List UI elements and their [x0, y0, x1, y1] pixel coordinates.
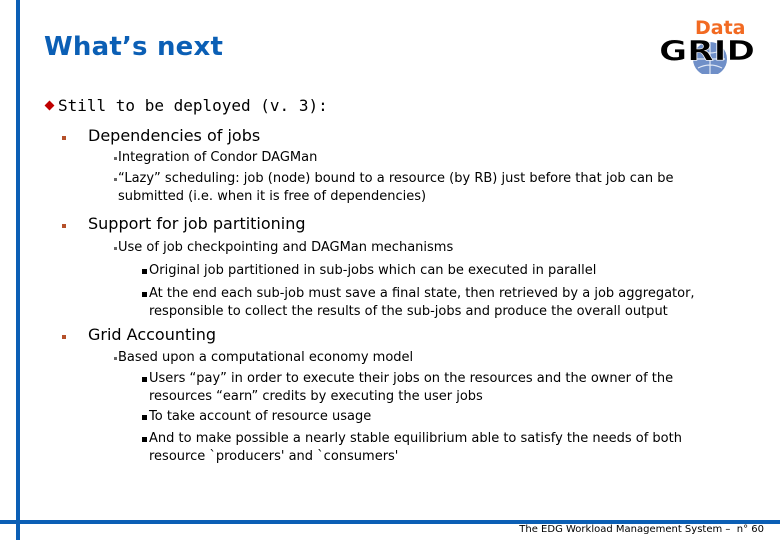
left-accent-rule [16, 0, 20, 540]
sub-list-item-text: At the end each sub-job must save a fina… [149, 286, 695, 301]
list-item: Based upon a computational economy model [112, 349, 413, 367]
sub-list-item-text: And to make possible a nearly stable equ… [149, 431, 682, 446]
slide-footer: The EDG Workload Management System – n° … [519, 524, 764, 535]
sub-list-item-text: Users “pay” in order to execute their jo… [149, 371, 674, 386]
square-bullet-icon [142, 292, 147, 297]
section-heading-text: Support for job partitioning [88, 214, 306, 233]
level1-text: Still to be deployed (v. 3): [58, 96, 328, 115]
list-item-text: “Lazy” scheduling: job (node) bound to a… [118, 171, 674, 186]
section-heading-text: Dependencies of jobs [88, 126, 261, 145]
diamond-bullet-icon [44, 100, 55, 111]
sub-list-item-text-continued: responsible to collect the results of th… [149, 304, 668, 319]
dot-bullet-icon [114, 247, 117, 250]
sub-list-item-text: Original job partitioned in sub-jobs whi… [149, 263, 597, 278]
section-heading-text: Grid Accounting [88, 325, 217, 344]
sub-list-item: And to make possible a nearly stable equ… [142, 430, 682, 466]
datagrid-logo: Data GRID [659, 17, 755, 74]
square-bullet-icon [62, 224, 66, 228]
square-bullet-icon [62, 136, 66, 140]
section-heading-dependencies: Dependencies of jobs [62, 126, 260, 145]
section-heading-partitioning: Support for job partitioning [62, 214, 306, 233]
list-item-text-continued: submitted (i.e. when it is free of depen… [118, 189, 427, 204]
square-bullet-icon [142, 437, 147, 442]
dot-bullet-icon [114, 157, 117, 160]
sub-list-item: Original job partitioned in sub-jobs whi… [142, 262, 596, 280]
sub-list-item: To take account of resource usage [142, 408, 371, 426]
slide-title: What’s next [44, 32, 224, 62]
list-item: Integration of Condor DAGMan [112, 149, 317, 167]
square-bullet-icon [142, 269, 147, 274]
bullet-level1: Still to be deployed (v. 3): [44, 96, 328, 115]
square-bullet-icon [62, 335, 66, 339]
sub-list-item-text: To take account of resource usage [149, 409, 372, 424]
square-bullet-icon [142, 377, 147, 382]
sub-list-item: Users “pay” in order to execute their jo… [142, 370, 673, 406]
list-item: Use of job checkpointing and DAGMan mech… [112, 239, 453, 257]
list-item: “Lazy” scheduling: job (node) bound to a… [112, 170, 674, 206]
section-heading-accounting: Grid Accounting [62, 325, 216, 344]
sub-list-item-text-continued: resource `producers' and `consumers' [149, 449, 399, 464]
list-item-text: Use of job checkpointing and DAGMan mech… [118, 240, 454, 255]
square-bullet-icon [142, 415, 147, 420]
list-item-text: Based upon a computational economy model [118, 350, 414, 365]
sub-list-item-text-continued: resources “earn” credits by executing th… [149, 389, 483, 404]
dot-bullet-icon [114, 357, 117, 360]
sub-list-item: At the end each sub-job must save a fina… [142, 285, 695, 321]
dot-bullet-icon [114, 178, 117, 181]
logo-bottom-text: GRID [659, 34, 755, 67]
list-item-text: Integration of Condor DAGMan [118, 150, 318, 165]
